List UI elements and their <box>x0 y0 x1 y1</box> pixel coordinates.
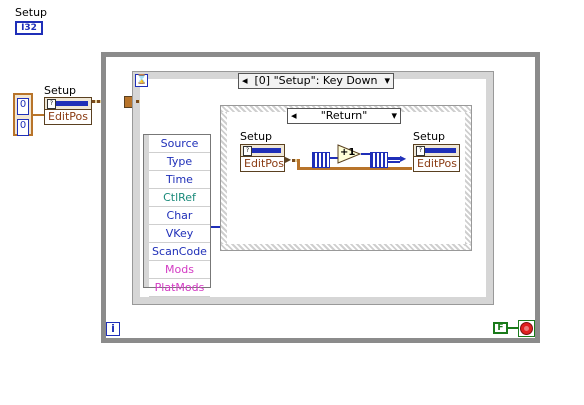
setup-indicator-label: Setup <box>15 6 48 19</box>
increment-node[interactable]: +1 <box>337 144 362 164</box>
event-data-scancode[interactable]: ScanCode <box>149 243 210 261</box>
event-data-time[interactable]: Time <box>149 171 210 189</box>
cluster-constant[interactable]: 0 0 <box>13 93 33 136</box>
iteration-text: i <box>111 322 115 335</box>
wire-replace-to-bundle <box>388 157 400 160</box>
event-data-vkey[interactable]: VKey <box>149 225 210 243</box>
event-data-type[interactable]: Type <box>149 153 210 171</box>
event-data-source[interactable]: Source <box>149 135 210 153</box>
inner-bundle-label: Setup <box>413 130 446 143</box>
wire-cluster-to-bundle <box>33 114 44 116</box>
index-array-node[interactable] <box>312 152 330 168</box>
stop-icon <box>520 322 533 335</box>
loop-iteration-terminal[interactable]: i <box>106 322 120 336</box>
cluster-icon: ? <box>47 99 56 109</box>
i32-type-label: I32 <box>21 23 37 33</box>
loop-condition-terminal[interactable] <box>518 320 535 337</box>
false-constant[interactable]: F <box>493 322 508 334</box>
bundle-header: ? <box>45 98 91 110</box>
inner-unbundle-field: EditPos <box>241 157 284 171</box>
false-constant-text: F <box>497 323 504 333</box>
event-data-node[interactable]: Source Type Time CtlRef Char VKey ScanCode Mods… <box>143 134 211 297</box>
cluster-value-1[interactable]: 0 <box>17 119 29 136</box>
replace-array-node[interactable] <box>370 152 388 168</box>
cluster-value-0[interactable]: 0 <box>17 98 29 115</box>
case-selector[interactable]: ◂ "Return" ▾ <box>287 108 401 124</box>
case-next-arrow-icon: ▾ <box>391 109 397 122</box>
case-prev-arrow-icon: ◂ <box>291 109 297 122</box>
unbundle-output-arrow-icon: ▶ <box>285 155 292 164</box>
wire-into-event <box>136 100 140 103</box>
event-timeout-icon[interactable]: ⌛ <box>135 74 148 87</box>
inner-bundle-node[interactable]: ? EditPos <box>413 144 460 172</box>
event-data-mods[interactable]: Mods <box>149 261 210 279</box>
bundle-header: ? <box>414 145 459 157</box>
inner-unbundle-node[interactable]: ? EditPos <box>240 144 285 172</box>
case-hatch-border <box>221 106 471 250</box>
event-case-label: [0] "Setup": Key Down <box>254 74 378 87</box>
outer-bundle-node[interactable]: ? EditPos <box>44 97 92 125</box>
event-data-ctlref[interactable]: CtlRef <box>149 189 210 207</box>
case-selector-label: "Return" <box>320 109 368 122</box>
wire-output-arrow-icon: ▶ <box>400 154 407 163</box>
increment-text: +1 <box>340 147 356 158</box>
unbundle-header: ? <box>241 145 284 157</box>
event-data-platmods[interactable]: PlatMods <box>149 279 210 297</box>
setup-i32-indicator[interactable]: I32 <box>15 21 43 35</box>
next-case-arrow-icon: ▾ <box>384 74 390 87</box>
prev-case-arrow-icon: ◂ <box>242 74 248 87</box>
cluster-icon: ? <box>416 146 425 156</box>
outer-bundle-label: Setup <box>44 84 77 97</box>
event-case-selector[interactable]: ◂ [0] "Setup": Key Down ▾ <box>238 73 394 89</box>
event-data-char[interactable]: Char <box>149 207 210 225</box>
inner-unbundle-label: Setup <box>240 130 273 143</box>
cluster-icon: ? <box>243 146 252 156</box>
wire-increment-to-replace <box>361 153 370 155</box>
wire-double-blue <box>388 161 400 163</box>
inner-bundle-field: EditPos <box>414 157 459 171</box>
outer-bundle-field: EditPos <box>45 110 91 124</box>
